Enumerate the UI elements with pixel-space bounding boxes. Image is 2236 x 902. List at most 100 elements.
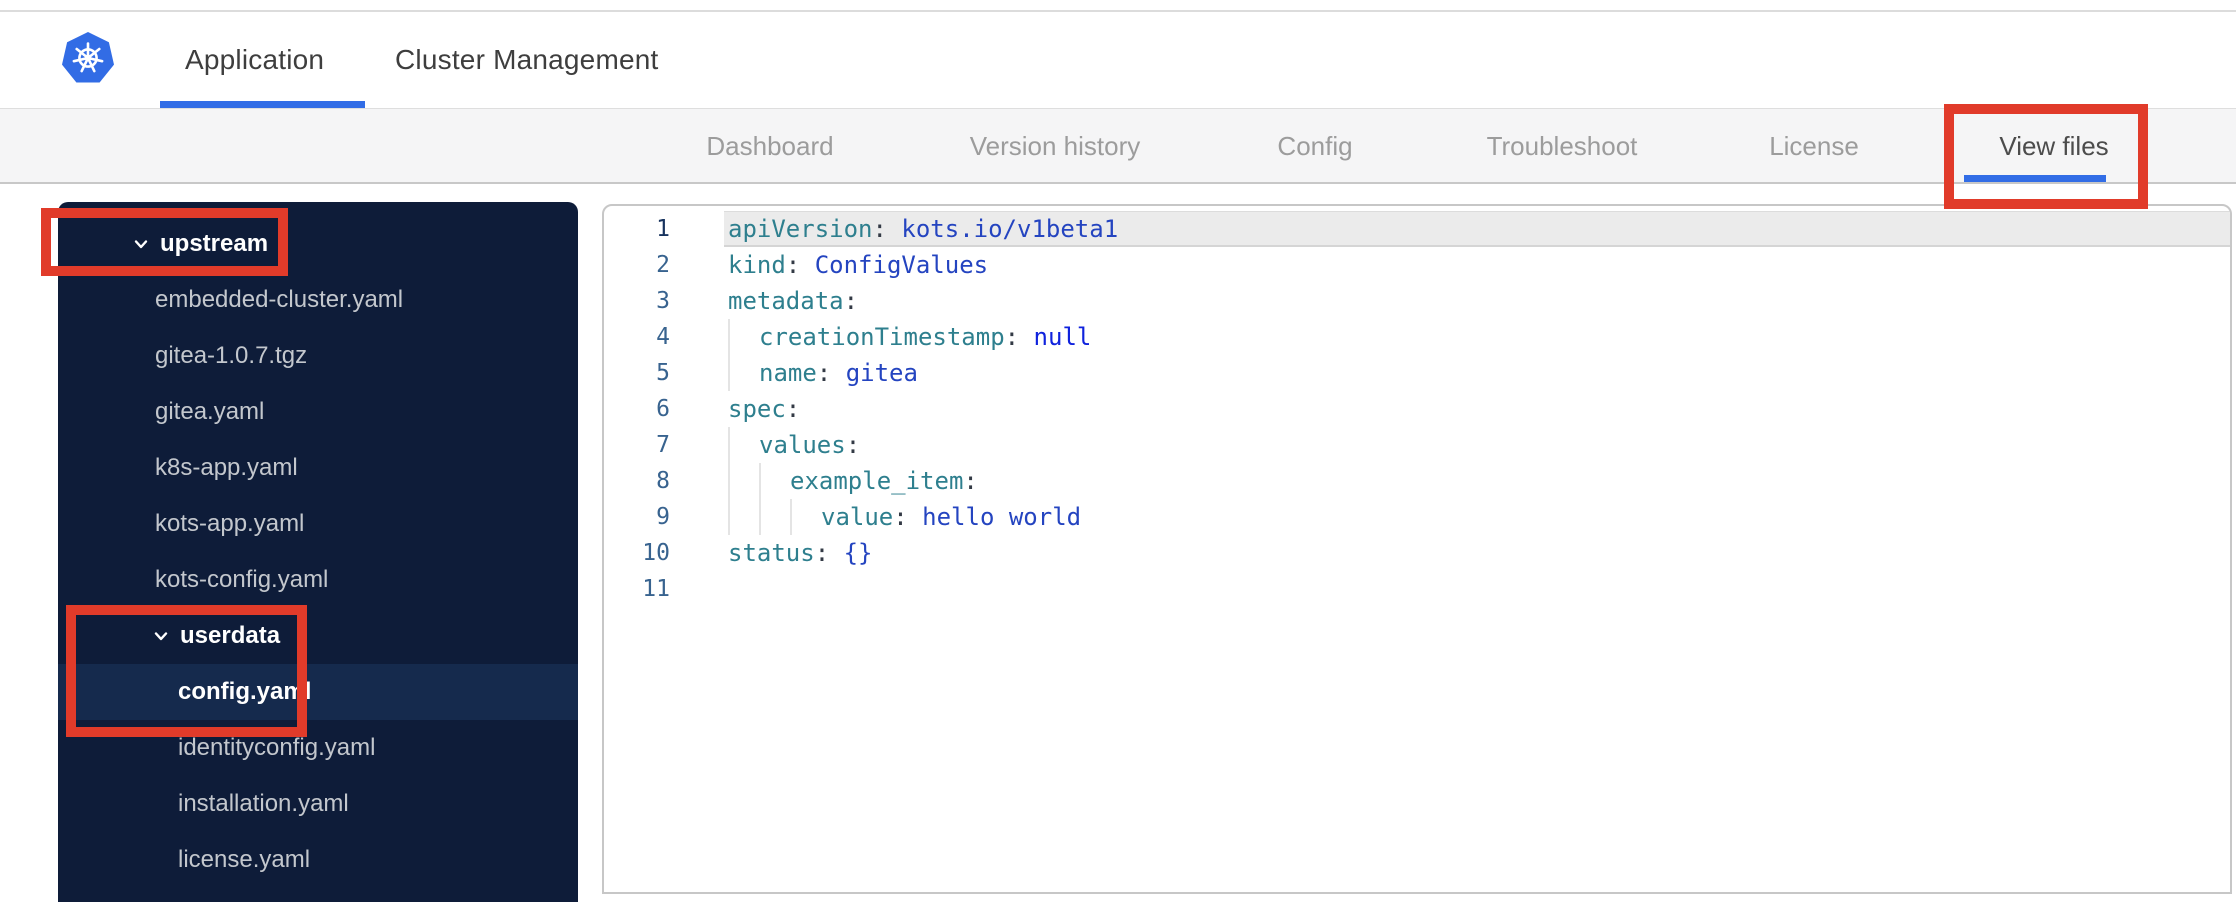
token-p: : [872,215,902,243]
token-key: creationTimestamp [759,323,1005,351]
indent-guide [728,427,759,463]
tree-item-label: gitea.yaml [155,398,265,425]
kubernetes-logo-icon [61,31,115,85]
code-line-content: kind: ConfigValues [724,247,2230,283]
line-number: 4 [656,324,670,350]
token-key: spec [728,395,786,423]
code-line-10[interactable]: 10 status: {} [604,535,2230,571]
token-p: : [785,395,801,423]
chevron-down-icon [154,632,168,641]
file-item-k8s-app.yaml[interactable]: k8s-app.yaml [58,440,578,496]
nav-tab-config[interactable]: Config [1277,109,1352,183]
tree-item-label: embedded-cluster.yaml [155,286,404,313]
code-line-6[interactable]: 6 spec: [604,391,2230,427]
code-line-content: creationTimestamp: null [724,319,2230,355]
file-item-identityconfig.yaml[interactable]: identityconfig.yaml [58,720,578,776]
indent-guide [728,499,759,535]
token-p: : [963,467,978,495]
line-number: 6 [656,396,670,422]
token-key: name [759,359,817,387]
code-line-7[interactable]: 7 values: [604,427,2230,463]
token-key: example_item [790,467,964,495]
active-nav-tab-underline [1964,175,2106,182]
line-number: 9 [656,504,670,530]
line-number: 1 [656,216,670,242]
code-line-2[interactable]: 2 kind: ConfigValues [604,247,2230,283]
code-line-content [724,571,2230,607]
active-header-tab-underline [160,101,365,108]
nav-tab-view-files[interactable]: View files [1999,109,2108,183]
code-line-1[interactable]: 1 apiVersion: kots.io/v1beta1 [604,211,2230,247]
token-p: : [1004,323,1034,351]
file-content-viewer[interactable]: 1 apiVersion: kots.io/v1beta1 2 kind: Confi… [602,204,2232,894]
folder-item-userdata[interactable]: userdata [58,608,578,664]
folder-item-upstream[interactable]: upstream [58,216,578,272]
file-item-kots-config.yaml[interactable]: kots-config.yaml [58,552,578,608]
token-kw: null [1033,323,1092,351]
header-tab-application[interactable]: Application [185,12,324,108]
indent-guide [728,463,759,499]
tree-item-label: config.yaml [178,678,312,705]
token-p: : [843,287,859,315]
code-line-content: apiVersion: kots.io/v1beta1 [724,211,2230,247]
file-item-gitea.yaml[interactable]: gitea.yaml [58,384,578,440]
tree-item-label: installation.yaml [178,790,349,817]
app-header: Application Cluster Management [0,12,2236,108]
token-val: ConfigValues [814,251,989,279]
nav-tab-version-history[interactable]: Version history [970,109,1141,183]
tree-item-label: userdata [180,622,281,649]
code-line-3[interactable]: 3 metadata: [604,283,2230,319]
code-line-9[interactable]: 9 value: hello world [604,499,2230,535]
token-val: {} [843,539,873,567]
nav-tab-license[interactable]: License [1769,109,1859,183]
token-p: : [845,431,861,459]
token-p: : [893,503,923,531]
nav-tab-dashboard[interactable]: Dashboard [706,109,833,183]
token-val: gitea [845,359,918,387]
file-item-config.yaml[interactable]: config.yaml [58,664,578,720]
file-item-license.yaml[interactable]: license.yaml [58,832,578,888]
code-line-11[interactable]: 11 [604,571,2230,607]
line-number: 8 [656,468,670,494]
indent-guide [728,319,759,355]
header-tab-cluster-management[interactable]: Cluster Management [395,12,659,108]
code-line-4[interactable]: 4 creationTimestamp: null [604,319,2230,355]
code-line-content: name: gitea [724,355,2230,391]
line-number: 10 [642,540,670,566]
file-item-installation.yaml[interactable]: installation.yaml [58,776,578,832]
app-navbar: Dashboard Version history Config Troublesho… [0,108,2236,184]
line-number: 2 [656,252,670,278]
chevron-down-icon [134,240,148,249]
token-key: value [821,503,894,531]
code-line-8[interactable]: 8 example_item: [604,463,2230,499]
code-line-content: metadata: [724,283,2230,319]
token-key: kind [728,251,786,279]
code-line-content: status: {} [724,535,2230,571]
line-number: 7 [656,432,670,458]
file-tree-sidebar: upstream embedded-cluster.yaml gitea-1.0.7… [58,202,578,902]
token-key: values [759,431,846,459]
token-key: metadata [728,287,844,315]
token-key: apiVersion [728,215,873,243]
line-number: 3 [656,288,670,314]
file-item-kots-app.yaml[interactable]: kots-app.yaml [58,496,578,552]
indent-guide [728,355,759,391]
indent-guide [759,463,790,499]
code-line-content: spec: [724,391,2230,427]
tree-item-label: gitea-1.0.7.tgz [155,342,308,369]
code-line-content: values: [724,427,2230,463]
file-item-gitea-1.0.7.tgz[interactable]: gitea-1.0.7.tgz [58,328,578,384]
indent-guide [759,499,790,535]
tree-item-label: identityconfig.yaml [178,734,376,761]
token-p: : [814,539,844,567]
nav-tab-troubleshoot[interactable]: Troubleshoot [1487,109,1638,183]
line-number: 11 [642,576,670,602]
token-p: : [785,251,815,279]
token-p: : [816,359,846,387]
tree-item-label: upstream [160,230,269,257]
code-line-5[interactable]: 5 name: gitea [604,355,2230,391]
code-line-content: example_item: [724,463,2230,499]
tree-item-label: kots-config.yaml [155,566,329,593]
file-item-embedded-cluster.yaml[interactable]: embedded-cluster.yaml [58,272,578,328]
tree-item-label: k8s-app.yaml [155,454,298,481]
